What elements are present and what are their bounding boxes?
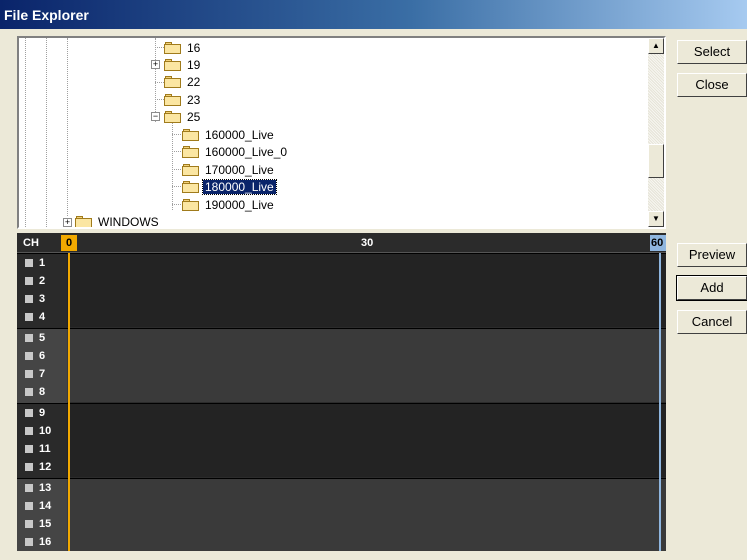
close-button[interactable]: Close	[677, 73, 747, 97]
folder-icon	[182, 180, 199, 193]
channel-row[interactable]: 9	[25, 404, 45, 421]
timeline-header: CH 0 30 60	[17, 233, 666, 253]
channel-row[interactable]: 10	[25, 422, 51, 439]
open-folder-icon	[164, 110, 181, 123]
preview-button[interactable]: Preview	[677, 243, 747, 267]
channel-row[interactable]: 14	[25, 497, 51, 514]
channel-row[interactable]: 3	[25, 290, 45, 307]
tree-node-16[interactable]: 16	[164, 40, 202, 55]
folder-icon	[75, 215, 92, 227]
channel-checkbox[interactable]	[25, 537, 33, 546]
end-marker-line[interactable]	[659, 253, 661, 551]
channel-row[interactable]: 8	[25, 383, 45, 400]
folder-icon	[182, 128, 199, 141]
tree-guide-line	[67, 38, 68, 216]
tree-node-170000-live[interactable]: 170000_Live	[182, 162, 276, 177]
channel-timeline[interactable]: CH 0 30 60 1 2 3 4 5 6 7 8 9 10 11 12 13…	[17, 233, 666, 551]
tree-scrollbar[interactable]: ▲ ▼	[648, 38, 664, 227]
channel-row[interactable]: 12	[25, 458, 51, 475]
channel-row[interactable]: 15	[25, 515, 51, 532]
expand-icon[interactable]: +	[63, 218, 72, 227]
channel-checkbox[interactable]	[25, 258, 33, 267]
channel-checkbox[interactable]	[25, 483, 33, 492]
channel-checkbox[interactable]	[25, 501, 33, 510]
channel-checkbox[interactable]	[25, 276, 33, 285]
channel-checkbox[interactable]	[25, 519, 33, 528]
channel-group: 9 10 11 12	[17, 403, 666, 478]
channel-checkbox[interactable]	[25, 426, 33, 435]
tree-node-160000-live[interactable]: 160000_Live	[182, 127, 276, 142]
channel-row[interactable]: 6	[25, 347, 45, 364]
channel-row[interactable]: 1	[25, 254, 45, 271]
add-button[interactable]: Add	[676, 275, 747, 301]
channel-checkbox[interactable]	[25, 351, 33, 360]
folder-tree[interactable]: + − + 16 19 22 23 25 160000_Live 160000_…	[17, 36, 666, 229]
timeline-start-marker[interactable]: 0	[61, 235, 77, 251]
folder-icon	[164, 93, 181, 106]
scroll-thumb[interactable]	[648, 144, 664, 178]
channel-row[interactable]: 7	[25, 365, 45, 382]
playhead-line[interactable]	[68, 253, 70, 551]
channel-checkbox[interactable]	[25, 444, 33, 453]
tree-guide-line	[172, 122, 173, 210]
tree-node-190000-live[interactable]: 190000_Live	[182, 197, 276, 212]
folder-icon	[182, 145, 199, 158]
channel-row[interactable]: 11	[25, 440, 51, 457]
channel-group: 13 14 15 16	[17, 478, 666, 551]
scroll-down-arrow-icon[interactable]: ▼	[648, 211, 664, 227]
cancel-button[interactable]: Cancel	[677, 310, 747, 334]
timeline-tick-label: 30	[361, 237, 374, 249]
timeline-end-marker[interactable]: 60	[650, 235, 666, 251]
channel-row[interactable]: 13	[25, 479, 51, 496]
channel-checkbox[interactable]	[25, 462, 33, 471]
channel-checkbox[interactable]	[25, 312, 33, 321]
tree-guide-line	[155, 38, 156, 122]
collapse-icon[interactable]: −	[151, 112, 160, 121]
folder-icon	[182, 163, 199, 176]
channel-column-header: CH	[23, 237, 39, 249]
scroll-up-arrow-icon[interactable]: ▲	[648, 38, 664, 54]
tree-guide-line	[46, 38, 47, 227]
folder-icon	[182, 198, 199, 211]
tree-node-23[interactable]: 23	[164, 92, 202, 107]
tree-node-160000-live-0[interactable]: 160000_Live_0	[182, 144, 289, 159]
channel-checkbox[interactable]	[25, 369, 33, 378]
channel-row[interactable]: 2	[25, 272, 45, 289]
channel-group: 1 2 3 4	[17, 253, 666, 328]
channel-row[interactable]: 16	[25, 533, 51, 550]
tree-node-windows[interactable]: WINDOWS	[75, 214, 161, 227]
select-button[interactable]: Select	[677, 40, 747, 64]
folder-icon	[164, 75, 181, 88]
channel-row[interactable]: 5	[25, 329, 45, 346]
tree-node-180000-live[interactable]: 180000_Live	[182, 178, 277, 195]
channel-row[interactable]: 4	[25, 308, 45, 325]
channel-checkbox[interactable]	[25, 408, 33, 417]
channel-group: 5 6 7 8	[17, 328, 666, 403]
window-title: File Explorer	[0, 0, 747, 29]
tree-node-22[interactable]: 22	[164, 74, 202, 89]
channel-checkbox[interactable]	[25, 333, 33, 342]
folder-icon	[164, 58, 181, 71]
folder-icon	[164, 41, 181, 54]
tree-guide-line	[25, 38, 26, 227]
tree-node-25[interactable]: 25	[164, 109, 202, 124]
tree-node-19[interactable]: 19	[164, 57, 202, 72]
channel-checkbox[interactable]	[25, 387, 33, 396]
expand-icon[interactable]: +	[151, 60, 160, 69]
channel-checkbox[interactable]	[25, 294, 33, 303]
